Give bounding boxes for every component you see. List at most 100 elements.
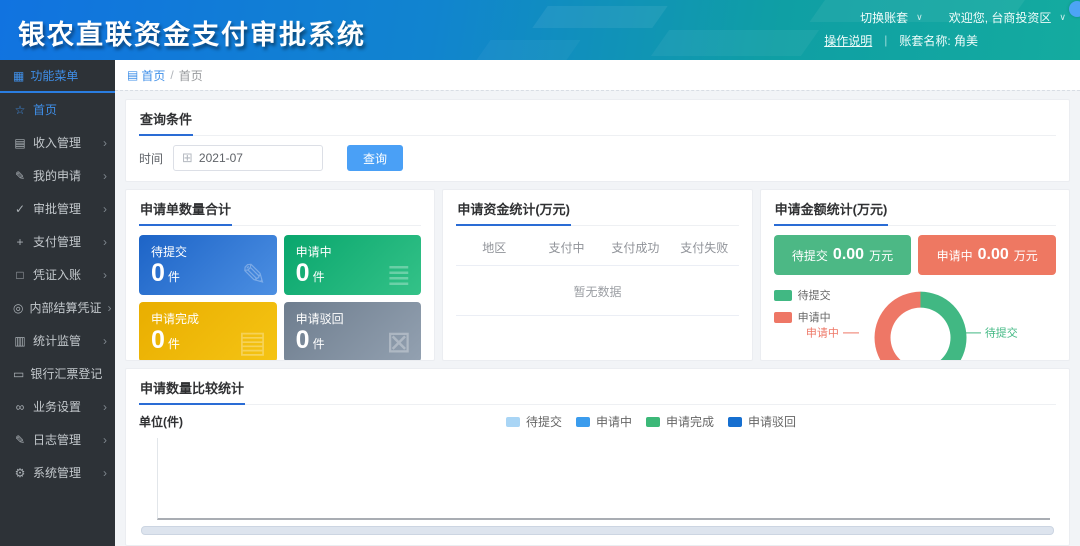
funds-table-column-header: 地区 <box>456 239 532 256</box>
sidebar-menu: ☆ 首页 ▤ 收入管理 › ✎ 我的申请 › ✓ 审批管理 › + 支付管理 ›… <box>0 93 115 489</box>
doc-reject-icon: ⊠ <box>386 325 411 360</box>
amount-badge-unit: 万元 <box>869 247 893 264</box>
sidebar-item[interactable]: ⚙ 系统管理 › <box>0 456 115 489</box>
sidebar-item[interactable]: + 支付管理 › <box>0 225 115 258</box>
comparison-panel: 申请数量比较统计 单位(件) 待提交 申请中 申请完成 <box>125 368 1070 546</box>
comparison-legend: 待提交 申请中 申请完成 申请驳回 <box>506 413 796 430</box>
floating-assistant-ball[interactable] <box>1069 1 1080 17</box>
stat-card: 申请驳回 0件 ⊠ <box>284 302 422 361</box>
sidebar: ▦ 功能菜单 ☆ 首页 ▤ 收入管理 › ✎ 我的申请 › ✓ 审批管理 › + <box>0 60 115 546</box>
donut-right-text: 待提交 <box>985 324 1018 340</box>
welcome-user-dropdown[interactable]: 欢迎您, 台商投资区 ∨ <box>949 9 1066 26</box>
switch-account-label: 切换账套 <box>860 9 908 26</box>
menu-header-label: 功能菜单 <box>30 67 78 84</box>
breadcrumb: ▤ 首页 / 首页 <box>115 60 1080 90</box>
amount-badge-label: 待提交 <box>792 247 828 264</box>
sidebar-item[interactable]: ☆ 首页 <box>0 93 115 126</box>
amount-legend: 待提交 申请中 <box>774 287 831 325</box>
legend-swatch <box>576 417 590 427</box>
calendar-icon: ⊞ <box>182 150 193 166</box>
sidebar-item[interactable]: ▭ 银行汇票登记 <box>0 357 115 390</box>
legend-label: 申请中 <box>798 309 831 325</box>
breadcrumb-root-label: 首页 <box>141 67 165 84</box>
donut-label-left: 申请中 <box>806 324 859 340</box>
query-panel-title: 查询条件 <box>139 109 193 136</box>
amount-badge-unit: 万元 <box>1014 247 1038 264</box>
search-button[interactable]: 查询 <box>347 145 403 171</box>
header-decoration <box>532 6 667 28</box>
sidebar-item[interactable]: ◎ 内部结算凭证 › <box>0 291 115 324</box>
stat-card-value: 0 <box>151 326 165 354</box>
chevron-right-icon: › <box>103 334 107 348</box>
sidebar-item[interactable]: □ 凭证入账 › <box>0 258 115 291</box>
stat-card-unit: 件 <box>313 337 325 351</box>
amount-panel: 申请金额统计(万元) 待提交 0.00 万元 申请中 0.00 万元 <box>760 189 1070 361</box>
sidebar-item[interactable]: ▤ 收入管理 › <box>0 126 115 159</box>
chart-datazoom-scrollbar[interactable] <box>141 526 1054 535</box>
chevron-right-icon: › <box>103 136 107 150</box>
chevron-right-icon: › <box>103 202 107 216</box>
home-star-icon: ☆ <box>13 103 27 117</box>
sidebar-item-label: 日志管理 <box>33 431 97 448</box>
sidebar-item[interactable]: ✎ 日志管理 › <box>0 423 115 456</box>
sidebar-item[interactable]: ▥ 统计监管 › <box>0 324 115 357</box>
sidebar-item-label: 系统管理 <box>33 464 97 481</box>
doc-icon: ▤ <box>238 325 266 360</box>
sidebar-item-label: 内部结算凭证 <box>29 299 101 316</box>
legend-item[interactable]: 申请驳回 <box>728 413 796 430</box>
payment-cross-icon: + <box>13 235 27 249</box>
time-label: 时间 <box>139 150 163 167</box>
legend-swatch <box>774 312 792 323</box>
operation-guide-link[interactable]: 操作说明 <box>824 32 872 49</box>
stat-card-value: 0 <box>296 259 310 287</box>
income-doc-icon: ▤ <box>13 136 27 150</box>
app-title: 银农直联资金支付审批系统 <box>18 13 366 52</box>
month-picker-input[interactable]: ⊞ 2021-07 <box>173 145 323 171</box>
breadcrumb-home-link[interactable]: ▤ 首页 <box>127 67 165 84</box>
chevron-down-icon: ∨ <box>1059 12 1066 23</box>
stat-card-value: 0 <box>296 326 310 354</box>
amount-badge-label: 申请中 <box>937 247 973 264</box>
chevron-down-icon: ∨ <box>916 12 923 23</box>
sidebar-item[interactable]: ✓ 审批管理 › <box>0 192 115 225</box>
voucher-case-icon: □ <box>13 268 27 282</box>
main-area: ▤ 首页 / 首页 查询条件 时间 ⊞ 2021-07 查询 申请单数量合计 <box>115 60 1080 546</box>
content: 查询条件 时间 ⊞ 2021-07 查询 申请单数量合计 待提交 0件 <box>115 90 1080 546</box>
switch-account-dropdown[interactable]: 切换账套 ∨ <box>860 9 923 26</box>
donut-callout-line <box>965 332 981 333</box>
legend-item[interactable]: 待提交 <box>774 287 831 303</box>
stat-card-unit: 件 <box>168 337 180 351</box>
approval-check-icon: ✓ <box>13 202 27 216</box>
chevron-right-icon: › <box>108 301 112 315</box>
legend-item[interactable]: 待提交 <box>506 413 562 430</box>
legend-swatch <box>774 290 792 301</box>
funds-panel-title: 申请资金统计(万元) <box>456 199 571 226</box>
amount-badge: 待提交 0.00 万元 <box>774 235 912 275</box>
unit-label: 单位(件) <box>139 413 183 430</box>
stats-chart-icon: ▥ <box>13 334 27 348</box>
legend-item[interactable]: 申请完成 <box>646 413 714 430</box>
internal-settle-icon: ◎ <box>13 301 23 315</box>
legend-item[interactable]: 申请中 <box>774 309 831 325</box>
sidebar-item-label: 收入管理 <box>33 134 97 151</box>
sidebar-menu-header: ▦ 功能菜单 <box>0 60 115 93</box>
legend-swatch <box>646 417 660 427</box>
sidebar-item[interactable]: ∞ 业务设置 › <box>0 390 115 423</box>
stat-card-value: 0 <box>151 259 165 287</box>
breadcrumb-separator: / <box>170 68 173 82</box>
summary-panel: 申请单数量合计 待提交 0件 ✎ 申请中 0件 ≣ 申请完成 0件 <box>125 189 435 361</box>
header-decoration <box>651 30 819 56</box>
sidebar-item-label: 首页 <box>33 101 101 118</box>
comparison-panel-title: 申请数量比较统计 <box>139 378 245 405</box>
summary-cards: 待提交 0件 ✎ 申请中 0件 ≣ 申请完成 0件 ▤ 申请驳回 <box>139 235 421 361</box>
stat-card-unit: 件 <box>313 270 325 284</box>
sidebar-item[interactable]: ✎ 我的申请 › <box>0 159 115 192</box>
funds-panel: 申请资金统计(万元) 地区支付中支付成功支付失败 暂无数据 <box>442 189 752 361</box>
summary-panel-title: 申请单数量合计 <box>139 199 232 226</box>
legend-item[interactable]: 申请中 <box>576 413 632 430</box>
chevron-right-icon: › <box>103 268 107 282</box>
chevron-right-icon: › <box>103 466 107 480</box>
breadcrumb-current: 首页 <box>179 67 203 84</box>
header-user-area: 切换账套 ∨ 欢迎您, 台商投资区 ∨ 操作说明 | 账套名称: 角美 <box>824 6 1066 52</box>
amount-badges: 待提交 0.00 万元 申请中 0.00 万元 <box>774 235 1056 275</box>
